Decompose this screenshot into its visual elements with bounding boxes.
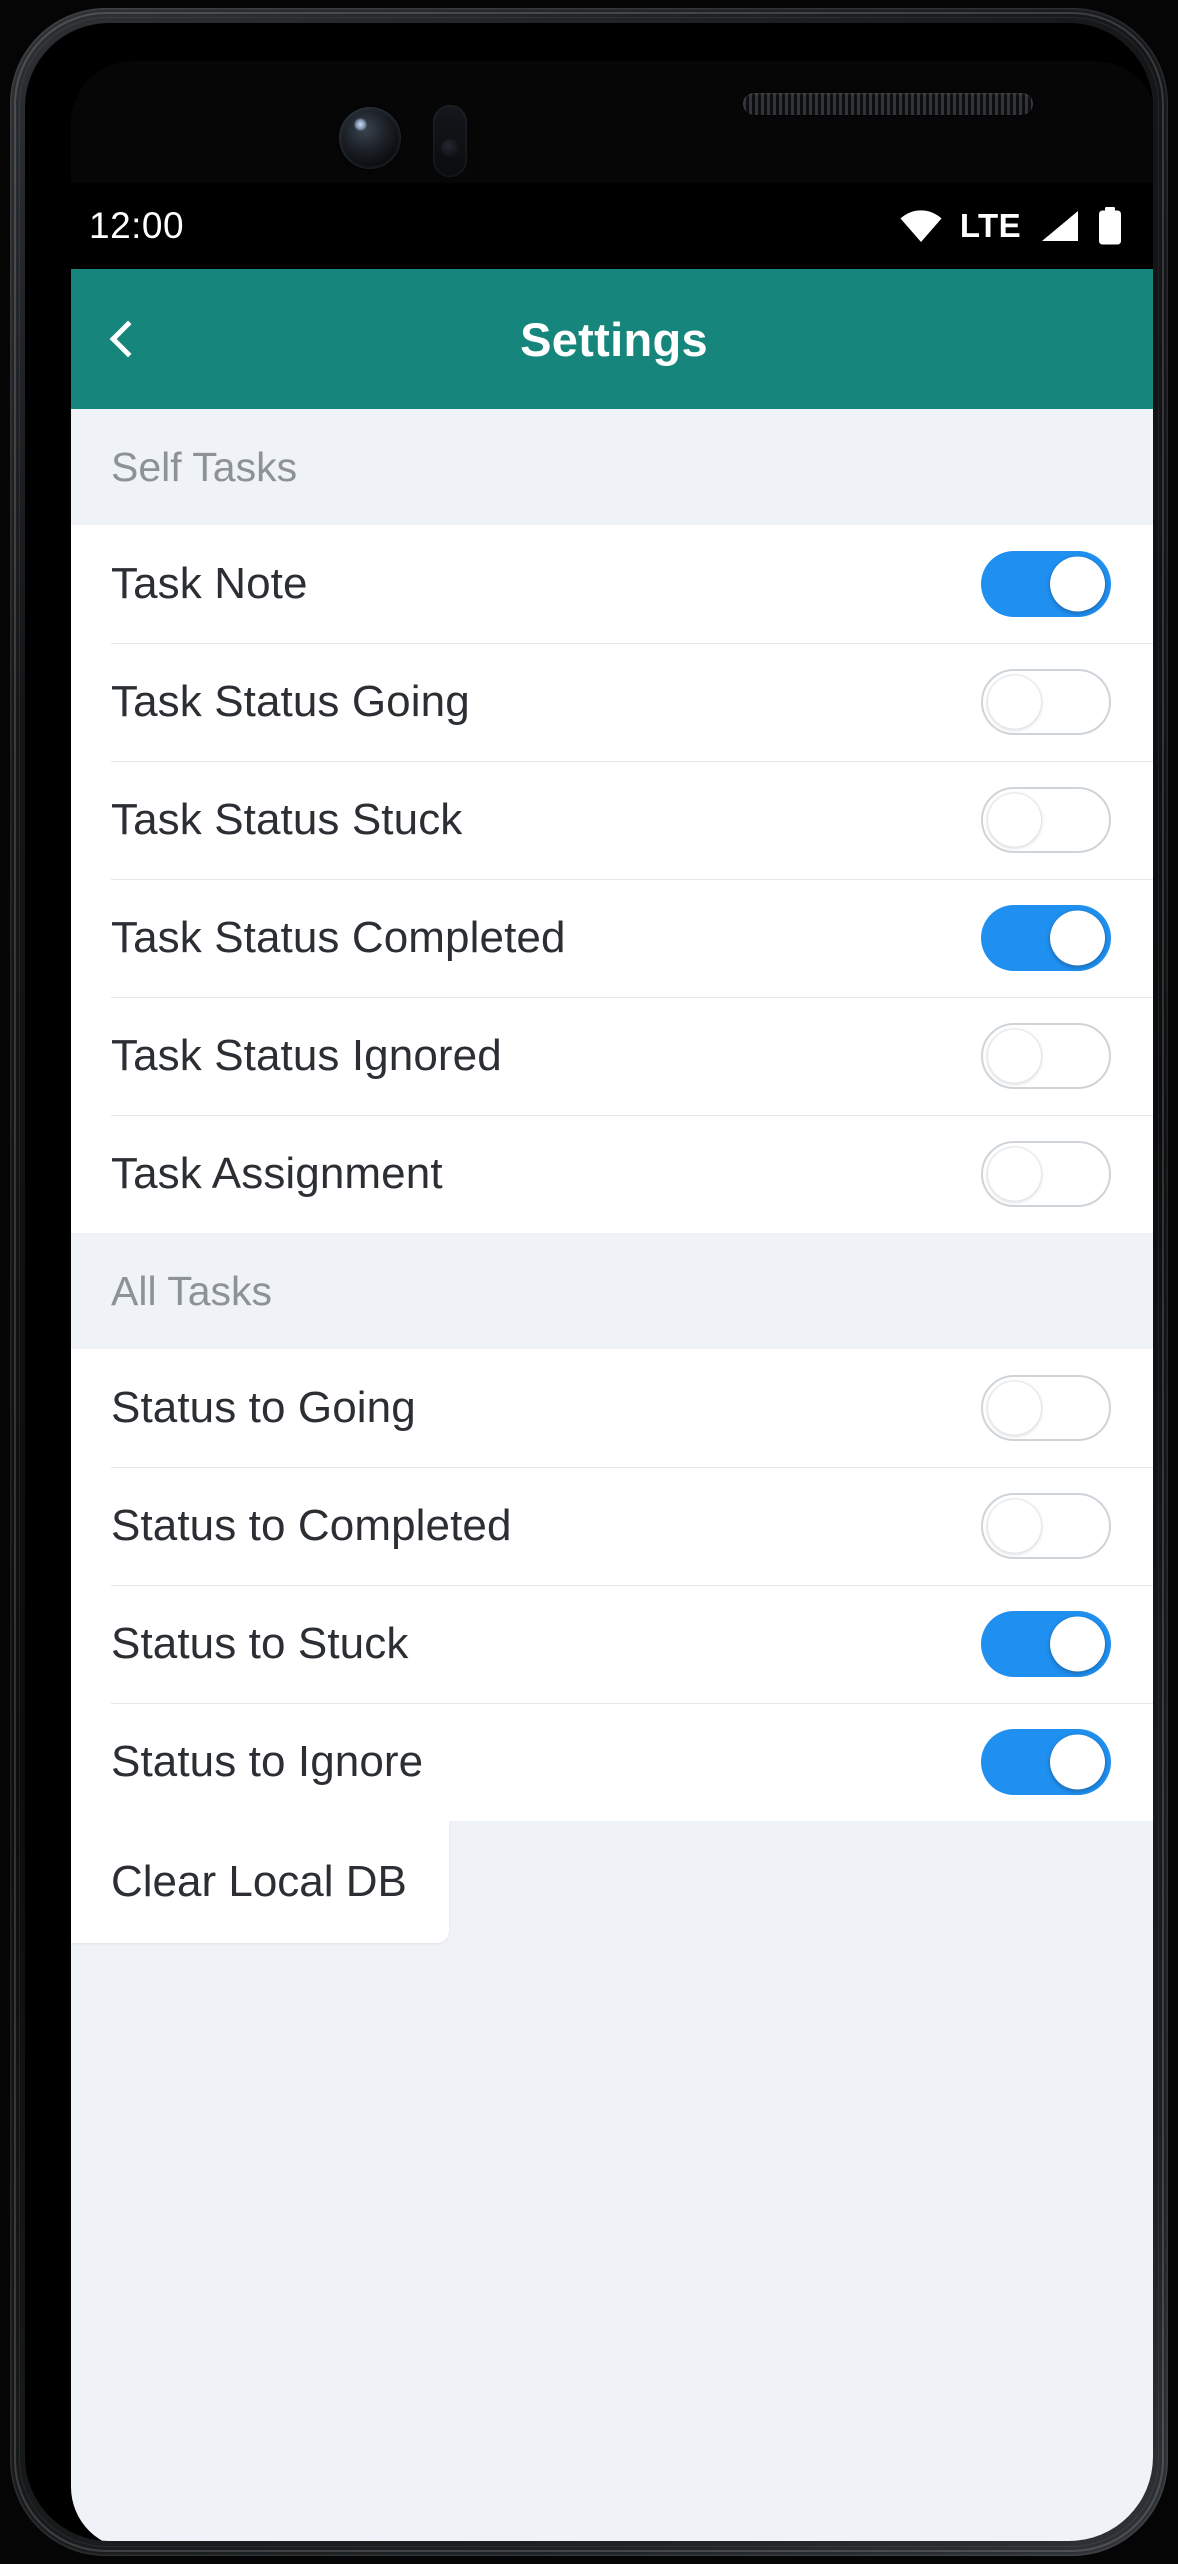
section-header-self-tasks: Self Tasks xyxy=(71,409,1153,525)
phone-body: 12:00 LTE Settings Self Tasks Task Note … xyxy=(25,23,1153,2541)
app-bar: Settings xyxy=(71,269,1153,409)
setting-row-task-status-going[interactable]: Task Status Going xyxy=(71,643,1153,761)
page-title: Settings xyxy=(520,312,708,366)
section-header-all-tasks: All Tasks xyxy=(71,1233,1153,1349)
phone-screen: 12:00 LTE Settings Self Tasks Task Note … xyxy=(71,61,1153,2541)
app-viewport: 12:00 LTE Settings Self Tasks Task Note … xyxy=(71,183,1153,2541)
toggle-knob xyxy=(987,792,1042,848)
settings-content: Self Tasks Task Note Task Status Going T… xyxy=(71,409,1153,2541)
setting-label: Status to Completed xyxy=(111,1501,512,1550)
toggle-task-status-going[interactable] xyxy=(981,669,1111,735)
setting-row-task-status-completed[interactable]: Task Status Completed xyxy=(71,879,1153,997)
toggle-knob xyxy=(987,1028,1042,1084)
front-camera-hole-icon xyxy=(339,107,401,169)
setting-row-status-to-ignore[interactable]: Status to Ignore xyxy=(71,1703,1153,1821)
setting-label: Task Note xyxy=(111,559,308,608)
setting-row-task-status-ignored[interactable]: Task Status Ignored xyxy=(71,997,1153,1115)
setting-row-task-assignment[interactable]: Task Assignment xyxy=(71,1115,1153,1233)
battery-icon xyxy=(1099,207,1121,245)
setting-label: Task Assignment xyxy=(111,1149,443,1198)
toggle-knob xyxy=(987,1498,1042,1554)
cellular-signal-icon xyxy=(1042,211,1078,241)
toggle-status-to-going[interactable] xyxy=(981,1375,1111,1441)
toggle-status-to-ignore[interactable] xyxy=(981,1729,1111,1795)
toggle-knob xyxy=(1050,1616,1105,1672)
status-bar: 12:00 LTE xyxy=(71,183,1153,269)
toggle-knob xyxy=(1050,1734,1105,1790)
clear-local-db-area: Clear Local DB xyxy=(71,1821,1153,1943)
setting-label: Task Status Ignored xyxy=(111,1031,502,1080)
toggle-knob xyxy=(987,1146,1042,1202)
clear-local-db-button[interactable]: Clear Local DB xyxy=(71,1821,449,1943)
proximity-sensor-dot xyxy=(441,139,459,157)
toggle-task-status-completed[interactable] xyxy=(981,905,1111,971)
toggle-knob xyxy=(1050,910,1105,966)
setting-label: Status to Stuck xyxy=(111,1619,409,1668)
lte-icon: LTE xyxy=(959,207,1021,244)
toggle-task-assignment[interactable] xyxy=(981,1141,1111,1207)
sensor-row xyxy=(71,61,1153,183)
screenshot-stage: 12:00 LTE Settings Self Tasks Task Note … xyxy=(0,0,1178,2564)
toggle-knob xyxy=(1050,556,1105,612)
toggle-knob xyxy=(987,674,1042,730)
toggle-task-status-stuck[interactable] xyxy=(981,787,1111,853)
setting-label: Task Status Completed xyxy=(111,913,566,962)
setting-row-task-note[interactable]: Task Note xyxy=(71,525,1153,643)
section-rows-self-tasks: Task Note Task Status Going Task Status … xyxy=(71,525,1153,1233)
status-bar-clock: 12:00 xyxy=(89,205,185,246)
setting-row-status-to-stuck[interactable]: Status to Stuck xyxy=(71,1585,1153,1703)
setting-label: Task Status Going xyxy=(111,677,470,726)
setting-label: Status to Ignore xyxy=(111,1737,424,1786)
camera-lens-glint xyxy=(354,118,367,131)
setting-label: Task Status Stuck xyxy=(111,795,463,844)
status-bar-icons: LTE xyxy=(899,207,1123,245)
section-rows-all-tasks: Status to Going Status to Completed Stat… xyxy=(71,1349,1153,1821)
setting-row-task-status-stuck[interactable]: Task Status Stuck xyxy=(71,761,1153,879)
toggle-task-note[interactable] xyxy=(981,551,1111,617)
toggle-knob xyxy=(987,1380,1042,1436)
toggle-status-to-completed[interactable] xyxy=(981,1493,1111,1559)
wifi-icon xyxy=(900,210,942,242)
setting-label: Status to Going xyxy=(111,1383,416,1432)
toggle-task-status-ignored[interactable] xyxy=(981,1023,1111,1089)
toggle-status-to-stuck[interactable] xyxy=(981,1611,1111,1677)
setting-row-status-to-completed[interactable]: Status to Completed xyxy=(71,1467,1153,1585)
setting-row-status-to-going[interactable]: Status to Going xyxy=(71,1349,1153,1467)
earpiece-speaker-grille-icon xyxy=(743,93,1033,115)
